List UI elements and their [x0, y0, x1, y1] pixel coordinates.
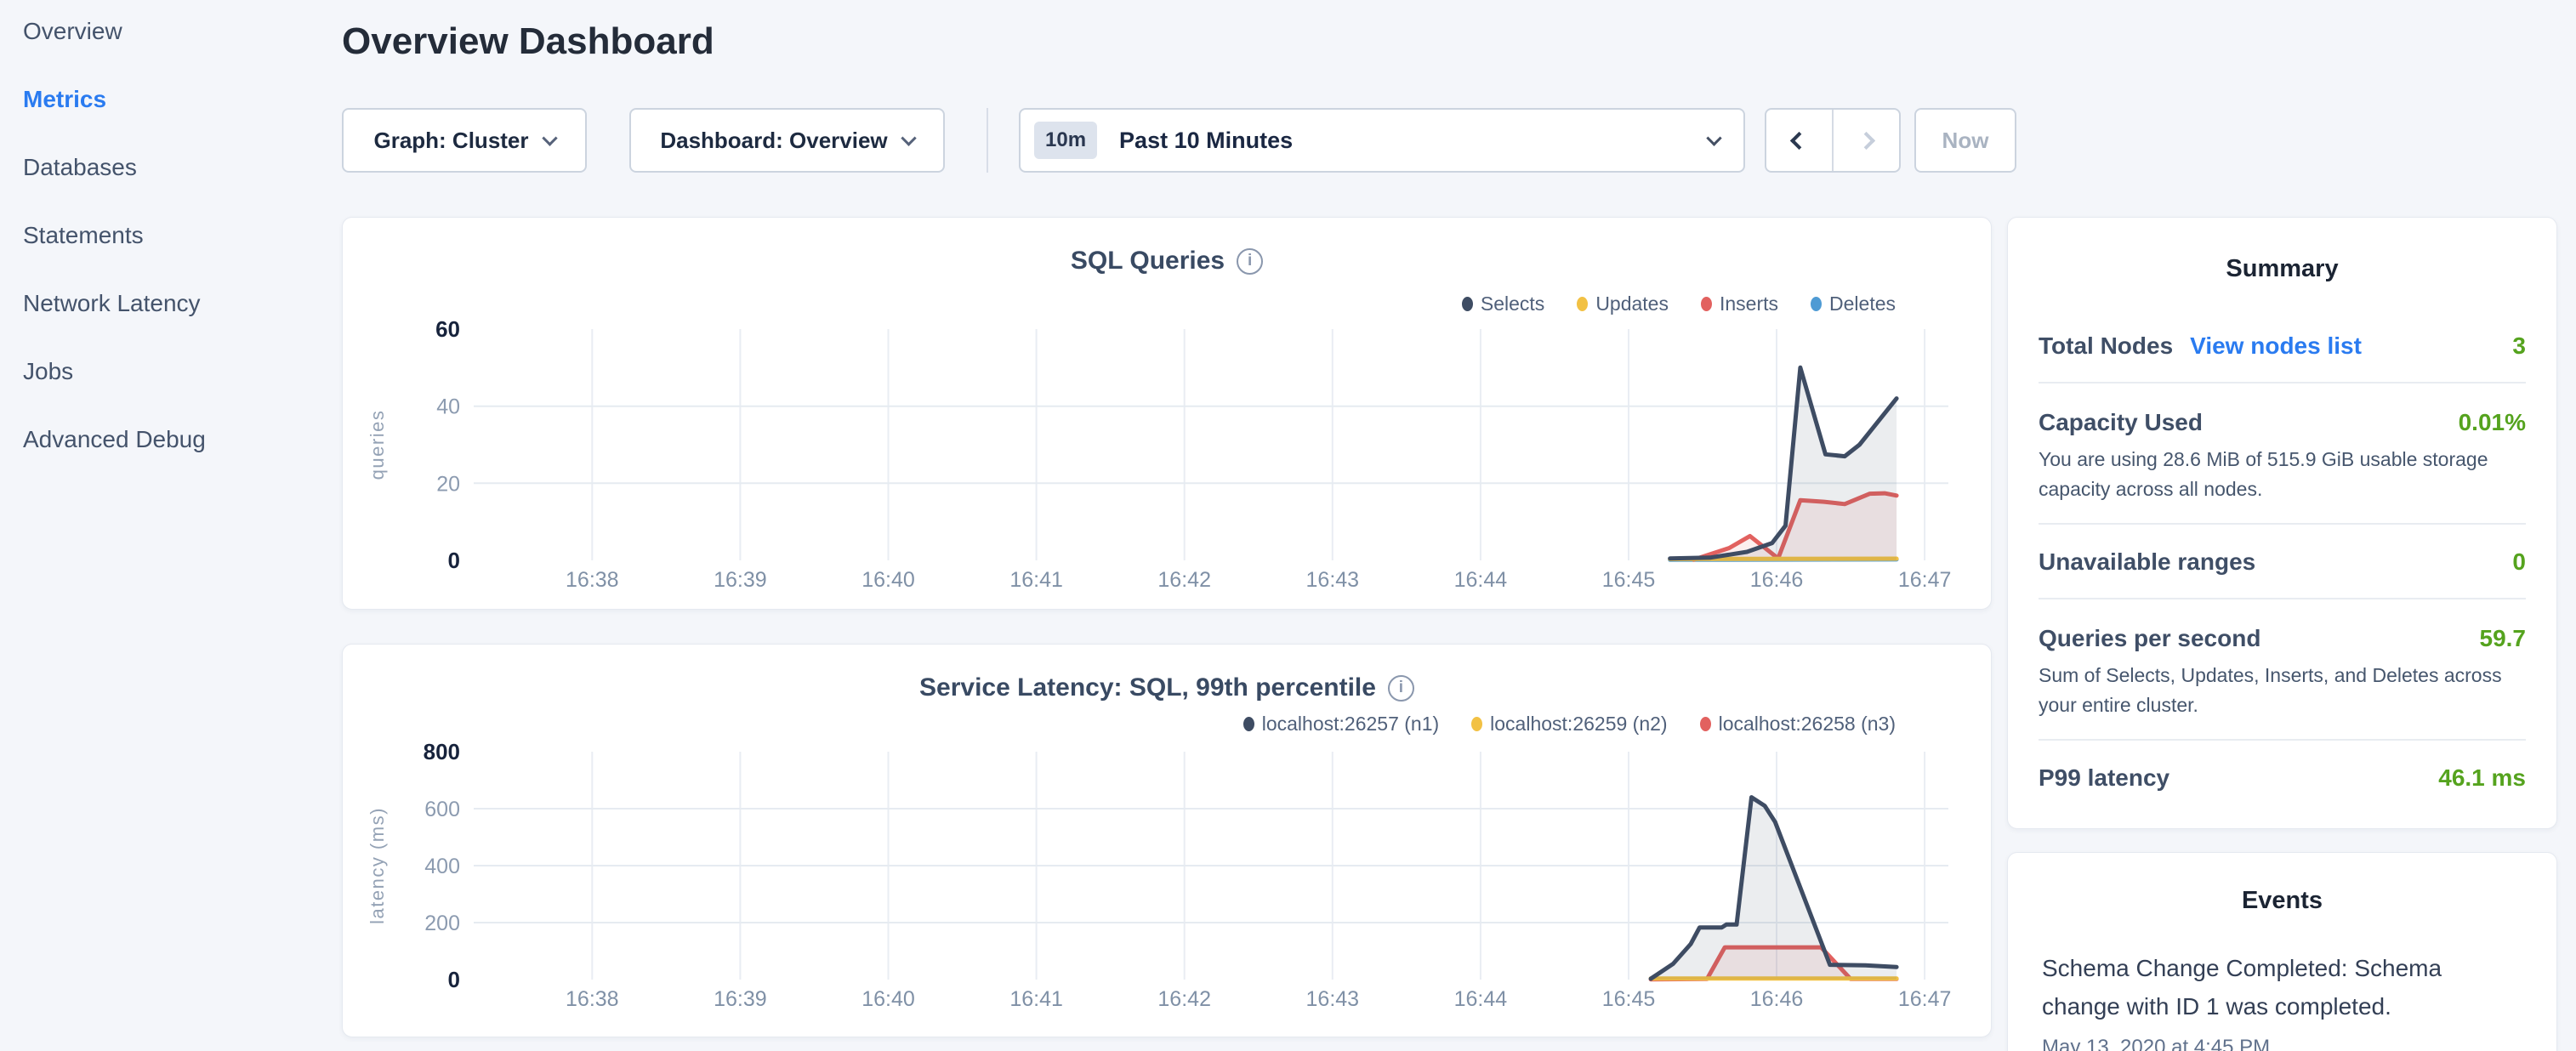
- service-latency-card: Service Latency: SQL, 99th percentile i …: [342, 644, 1992, 1037]
- summary-row-value: 0: [2512, 548, 2526, 576]
- overview-dashboard-page: Overview Metrics Databases Statements Ne…: [0, 0, 2576, 1051]
- dashboard-selector-label: Dashboard: Overview: [660, 128, 887, 154]
- svg-text:200: 200: [424, 912, 460, 935]
- sidebar-item-network-latency[interactable]: Network Latency: [23, 292, 323, 315]
- sql-queries-chart: 16:38 16:39 16:40 16:41 16:42 16:43 16:44 16:45…: [343, 218, 1993, 611]
- summary-row-label: P99 latency: [2039, 764, 2169, 792]
- summary-row-p99: P99 latency 46.1 ms: [2039, 764, 2526, 792]
- summary-row-label: Total Nodes: [2039, 332, 2173, 360]
- summary-row-value: 46.1 ms: [2438, 764, 2526, 792]
- svg-text:400: 400: [424, 855, 460, 878]
- chevron-down-icon: [1706, 130, 1721, 145]
- service-latency-chart: 16:38 16:39 16:40 16:41 16:42 16:43 16:44 16:45…: [343, 645, 1993, 1038]
- time-range-label: Past 10 Minutes: [1119, 128, 1293, 154]
- sidebar-item-metrics[interactable]: Metrics: [23, 88, 323, 111]
- events-panel: Events Schema Change Completed: Schema c…: [2007, 852, 2557, 1051]
- sidebar-nav: Overview Metrics Databases Statements Ne…: [0, 0, 323, 452]
- svg-text:16:41: 16:41: [1009, 987, 1063, 1011]
- time-range-badge: 10m: [1034, 122, 1097, 159]
- view-nodes-list-link[interactable]: View nodes list: [2190, 332, 2362, 360]
- svg-text:latency (ms): latency (ms): [367, 807, 388, 924]
- divider: [2039, 523, 2526, 525]
- graph-selector-label: Graph: Cluster: [373, 128, 528, 154]
- next-time-button[interactable]: [1834, 110, 1899, 171]
- chevron-left-icon: [1790, 131, 1808, 149]
- summary-row-unavailable-ranges: Unavailable ranges 0: [2039, 548, 2526, 576]
- time-pager: [1765, 108, 1901, 173]
- event-item-text: Schema Change Completed: Schema change w…: [2042, 949, 2467, 1025]
- summary-row-value: 59.7: [2480, 625, 2527, 652]
- summary-row-capacity: Capacity Used 0.01%: [2039, 409, 2526, 436]
- svg-text:16:43: 16:43: [1306, 987, 1360, 1011]
- time-range-dropdown[interactable]: 10m Past 10 Minutes: [1019, 108, 1745, 173]
- sidebar-item-statements[interactable]: Statements: [23, 224, 323, 247]
- svg-text:800: 800: [424, 739, 460, 764]
- now-button[interactable]: Now: [1914, 108, 2016, 173]
- summary-row-value: 0.01%: [2459, 409, 2526, 436]
- svg-text:16:47: 16:47: [1898, 987, 1952, 1011]
- svg-text:40: 40: [436, 395, 460, 419]
- sql-queries-card: SQL Queries i Selects Updates Inserts De…: [342, 217, 1992, 610]
- summary-row-value: 3: [2512, 332, 2526, 360]
- sidebar-item-databases[interactable]: Databases: [23, 156, 323, 179]
- summary-row-subtext: You are using 28.6 MiB of 515.9 GiB usab…: [2039, 445, 2526, 504]
- svg-text:16:42: 16:42: [1157, 987, 1211, 1011]
- svg-text:0: 0: [448, 967, 460, 992]
- summary-row-qps: Queries per second 59.7: [2039, 625, 2526, 652]
- summary-row-subtext: Sum of Selects, Updates, Inserts, and De…: [2039, 661, 2526, 720]
- svg-text:60: 60: [435, 316, 460, 342]
- svg-text:16:40: 16:40: [862, 568, 915, 592]
- svg-text:16:39: 16:39: [714, 568, 767, 592]
- chevron-down-icon: [542, 130, 557, 145]
- chevron-down-icon: [901, 130, 916, 145]
- svg-text:16:43: 16:43: [1306, 568, 1360, 592]
- summary-row-label: Capacity Used: [2039, 409, 2203, 436]
- divider: [2039, 598, 2526, 599]
- svg-text:16:47: 16:47: [1898, 568, 1952, 592]
- page-title: Overview Dashboard: [342, 20, 714, 63]
- svg-text:600: 600: [424, 798, 460, 821]
- sidebar-item-advanced-debug[interactable]: Advanced Debug: [23, 428, 323, 452]
- svg-text:16:39: 16:39: [714, 987, 767, 1011]
- event-item-timestamp: May 13, 2020 at 4:45 PM: [2042, 1036, 2522, 1051]
- svg-text:16:40: 16:40: [862, 987, 915, 1011]
- divider: [2039, 739, 2526, 741]
- svg-text:20: 20: [436, 472, 460, 496]
- svg-text:16:41: 16:41: [1009, 568, 1063, 592]
- chevron-right-icon: [1857, 131, 1875, 149]
- summary-panel: Summary Total Nodes View nodes list 3 Ca…: [2007, 217, 2557, 829]
- divider: [2039, 382, 2526, 383]
- now-button-label: Now: [1942, 128, 1989, 154]
- svg-text:0: 0: [448, 548, 460, 573]
- svg-text:16:45: 16:45: [1602, 987, 1656, 1011]
- svg-text:16:38: 16:38: [566, 568, 619, 592]
- svg-text:16:44: 16:44: [1454, 987, 1508, 1011]
- summary-row-total-nodes: Total Nodes View nodes list 3: [2039, 332, 2526, 360]
- svg-text:16:45: 16:45: [1602, 568, 1656, 592]
- sidebar-item-overview[interactable]: Overview: [23, 20, 323, 43]
- svg-text:queries: queries: [367, 410, 388, 480]
- svg-text:16:46: 16:46: [1750, 987, 1804, 1011]
- svg-text:16:42: 16:42: [1157, 568, 1211, 592]
- summary-row-label: Unavailable ranges: [2039, 548, 2255, 576]
- dashboard-selector-dropdown[interactable]: Dashboard: Overview: [629, 108, 945, 173]
- prev-time-button[interactable]: [1766, 110, 1832, 171]
- svg-text:16:44: 16:44: [1454, 568, 1508, 592]
- svg-text:16:38: 16:38: [566, 987, 619, 1011]
- summary-title: Summary: [2008, 218, 2556, 283]
- summary-row-label: Queries per second: [2039, 625, 2260, 652]
- svg-text:16:46: 16:46: [1750, 568, 1804, 592]
- events-title: Events: [2008, 853, 2556, 915]
- sidebar-item-jobs[interactable]: Jobs: [23, 360, 323, 383]
- controls-divider: [987, 108, 988, 173]
- graph-selector-dropdown[interactable]: Graph: Cluster: [342, 108, 587, 173]
